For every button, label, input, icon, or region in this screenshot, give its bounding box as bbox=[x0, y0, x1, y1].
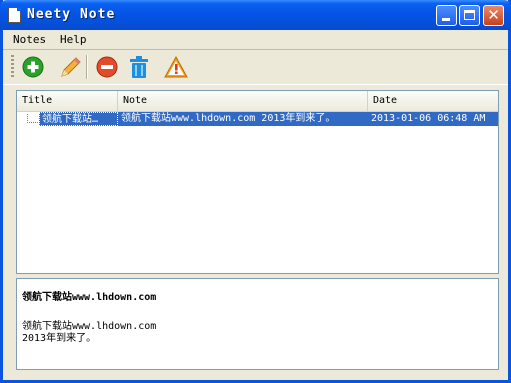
toolbar-grip[interactable] bbox=[11, 55, 14, 79]
close-icon: ✕ bbox=[487, 6, 500, 24]
close-button[interactable]: ✕ bbox=[483, 5, 504, 26]
minimize-button[interactable] bbox=[436, 5, 457, 26]
add-icon bbox=[22, 56, 44, 78]
warning-button[interactable] bbox=[163, 54, 189, 80]
maximize-button[interactable] bbox=[459, 5, 480, 26]
warning-icon bbox=[164, 55, 188, 78]
cell-title: 领航下载站… bbox=[39, 112, 118, 126]
menu-help[interactable]: Help bbox=[60, 33, 87, 46]
column-header-date[interactable]: Date bbox=[368, 91, 498, 111]
maximize-icon bbox=[464, 10, 475, 20]
trash-button[interactable] bbox=[126, 54, 152, 80]
note-detail[interactable]: 领航下载站www.lhdown.com 领航下载站www.lhdown.com … bbox=[16, 278, 499, 370]
edit-note-button[interactable] bbox=[57, 54, 83, 80]
delete-note-button[interactable] bbox=[94, 54, 120, 80]
toolbar-separator bbox=[86, 55, 88, 79]
cell-note: 领航下载站www.lhdown.com 2013年到来了。 bbox=[118, 112, 368, 126]
trash-icon bbox=[130, 56, 148, 78]
list-item[interactable]: 领航下载站… 领航下载站www.lhdown.com 2013年到来了。 201… bbox=[17, 112, 498, 126]
cell-date: 2013-01-06 06:48 AM bbox=[368, 112, 498, 126]
menu-bar: Notes Help bbox=[3, 30, 508, 50]
list-header: Title Note Date bbox=[17, 91, 498, 112]
window-title: Neety Note bbox=[27, 7, 116, 22]
minus-icon bbox=[96, 56, 118, 78]
title-bar[interactable]: Neety Note ✕ bbox=[0, 0, 511, 30]
minimize-icon bbox=[442, 18, 450, 21]
app-window: Neety Note ✕ Notes Help Title Note Date … bbox=[0, 0, 511, 383]
notepad-icon bbox=[8, 7, 21, 23]
notes-list[interactable]: Title Note Date 领航下载站… 领航下载站www.lhdown.c… bbox=[16, 90, 499, 274]
detail-line: 2013年到来了。 bbox=[22, 333, 97, 344]
toolbar bbox=[3, 50, 508, 85]
column-header-title[interactable]: Title bbox=[17, 91, 118, 111]
add-note-button[interactable] bbox=[20, 54, 46, 80]
pencil-icon bbox=[61, 57, 81, 77]
column-header-note[interactable]: Note bbox=[118, 91, 368, 111]
detail-title: 领航下载站www.lhdown.com bbox=[22, 292, 157, 303]
menu-notes[interactable]: Notes bbox=[13, 33, 46, 46]
